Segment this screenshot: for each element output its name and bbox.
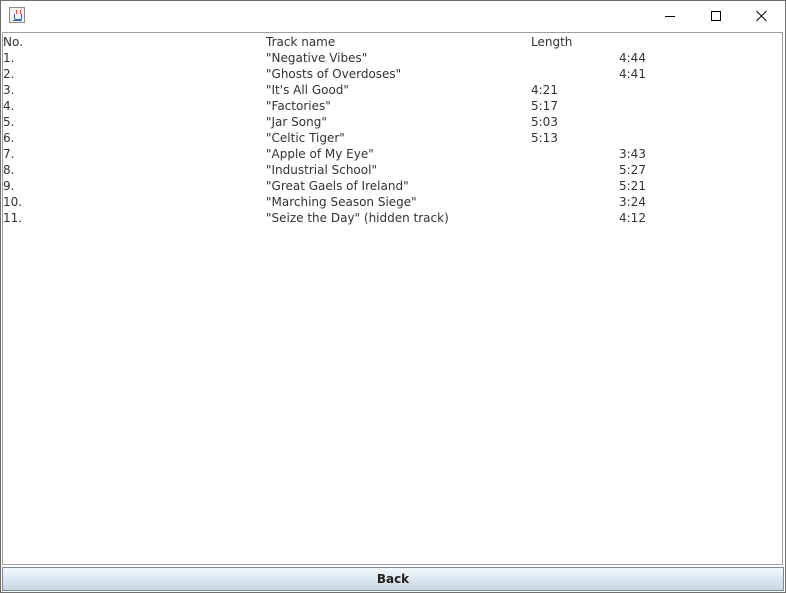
- table-row: 8. "Industrial School" 5:27: [3, 162, 782, 178]
- table-row: 2. "Ghosts of Overdoses" 4:41: [3, 66, 782, 82]
- table-row: 9. "Great Gaels of Ireland" 5:21: [3, 178, 782, 194]
- track-number: 2.: [3, 67, 15, 81]
- table-row: 7. "Apple of My Eye" 3:43: [3, 146, 782, 162]
- title-bar[interactable]: [1, 1, 785, 31]
- back-button[interactable]: Back: [2, 567, 784, 591]
- close-button[interactable]: [739, 1, 785, 31]
- track-name: "Celtic Tiger": [266, 131, 345, 145]
- track-name: "Apple of My Eye": [266, 147, 374, 161]
- track-number: 6.: [3, 131, 15, 145]
- track-number: 4.: [3, 99, 15, 113]
- track-length: 4:21: [531, 83, 558, 97]
- track-length-alt: 5:21: [619, 179, 646, 193]
- track-table: No. Track name Length 1. "Negative Vibes"…: [3, 34, 782, 226]
- track-length: 5:13: [531, 131, 558, 145]
- track-number: 5.: [3, 115, 15, 129]
- header-no: No.: [3, 35, 23, 49]
- table-row: 3. "It's All Good" 4:21: [3, 82, 782, 98]
- table-row: 6. "Celtic Tiger" 5:13: [3, 130, 782, 146]
- table-row: 4. "Factories" 5:17: [3, 98, 782, 114]
- track-name: "Ghosts of Overdoses": [266, 67, 402, 81]
- track-number: 8.: [3, 163, 15, 177]
- track-name: "It's All Good": [266, 83, 349, 97]
- table-row: 5. "Jar Song" 5:03: [3, 114, 782, 130]
- track-name: "Marching Season Siege": [266, 195, 417, 209]
- track-length-alt: 3:43: [619, 147, 646, 161]
- track-number: 10.: [3, 195, 23, 209]
- header-track-name: Track name: [266, 35, 336, 49]
- minimize-icon: [665, 16, 675, 17]
- track-length-alt: 5:27: [619, 163, 646, 177]
- table-row: 11. "Seize the Day" (hidden track) 4:12: [3, 210, 782, 226]
- track-name: "Great Gaels of Ireland": [266, 179, 409, 193]
- header-length: Length: [531, 35, 573, 49]
- app-window: No. Track name Length 1. "Negative Vibes"…: [0, 0, 786, 593]
- track-number: 1.: [3, 51, 15, 65]
- track-number: 3.: [3, 83, 15, 97]
- track-number: 9.: [3, 179, 15, 193]
- track-length-alt: 4:12: [619, 211, 646, 225]
- track-length-alt: 3:24: [619, 195, 646, 209]
- maximize-button[interactable]: [693, 1, 739, 31]
- track-name: "Factories": [266, 99, 331, 113]
- track-number: 11.: [3, 211, 23, 225]
- track-length-alt: 4:44: [619, 51, 646, 65]
- track-name: "Industrial School": [266, 163, 377, 177]
- table-row: 1. "Negative Vibes" 4:44: [3, 50, 782, 66]
- minimize-button[interactable]: [647, 1, 693, 31]
- table-row: 10. "Marching Season Siege" 3:24: [3, 194, 782, 210]
- close-icon: [756, 10, 768, 22]
- track-name: "Seize the Day" (hidden track): [266, 211, 449, 225]
- track-list-panel: No. Track name Length 1. "Negative Vibes"…: [2, 32, 783, 565]
- maximize-icon: [711, 11, 721, 21]
- track-name: "Negative Vibes": [266, 51, 368, 65]
- track-length: 5:17: [531, 99, 558, 113]
- track-length: 5:03: [531, 115, 558, 129]
- java-app-icon[interactable]: [9, 7, 25, 23]
- track-number: 7.: [3, 147, 15, 161]
- track-name: "Jar Song": [266, 115, 327, 129]
- track-length-alt: 4:41: [619, 67, 646, 81]
- table-header-row: No. Track name Length: [3, 34, 782, 50]
